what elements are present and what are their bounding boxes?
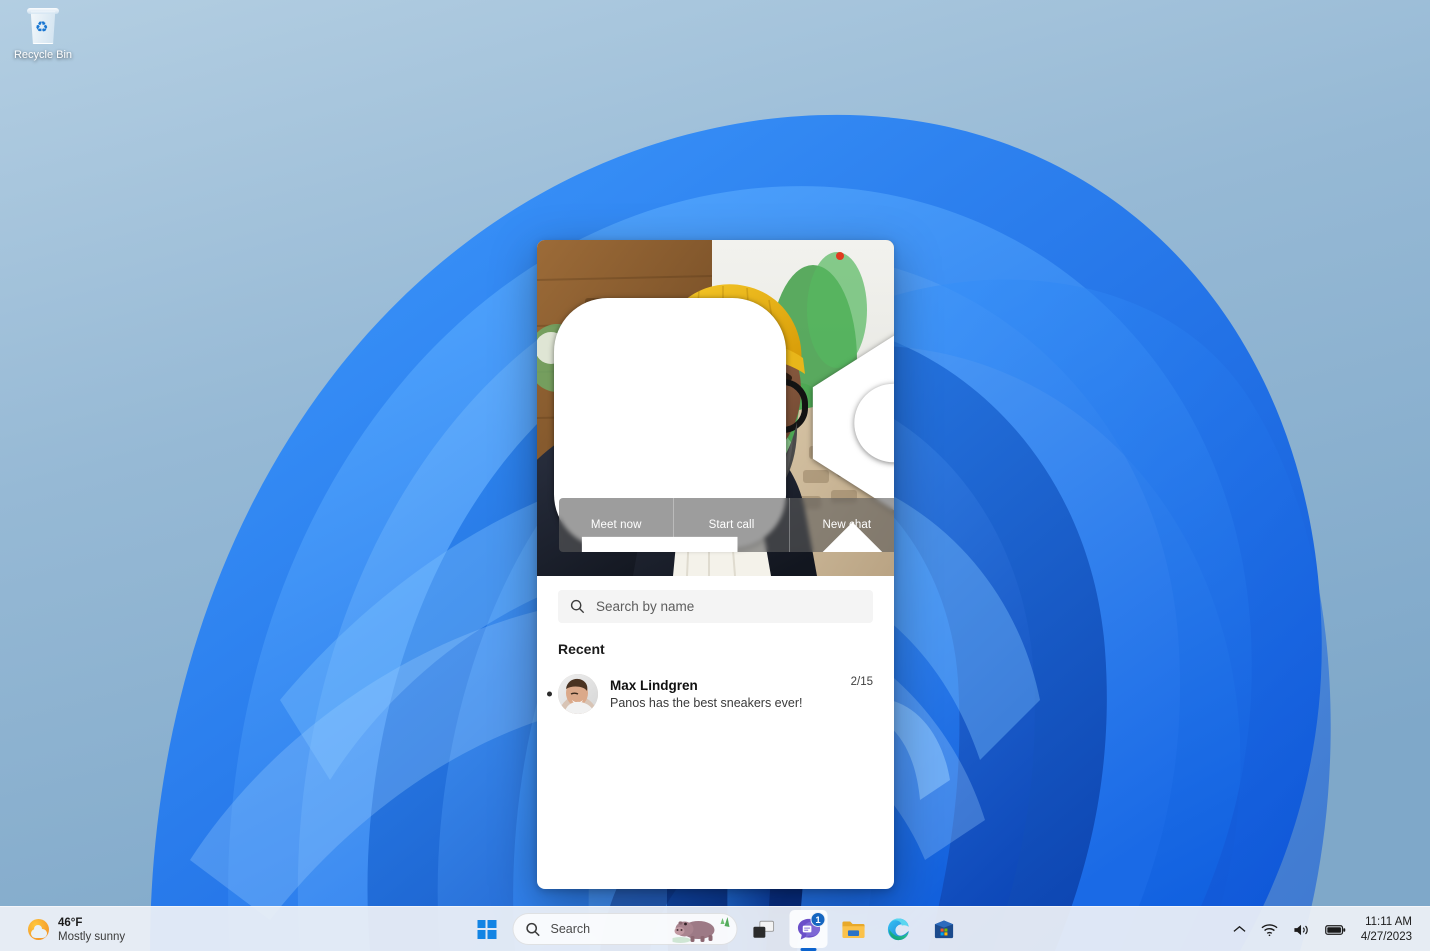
search-icon [570,599,585,614]
video-preview[interactable]: Meet now Start call New chat [537,240,894,576]
unread-indicator [547,691,552,697]
taskbar: 46°F Mostly sunny Search 1 11:11 AM 4/27… [0,906,1430,951]
search-placeholder: Search by name [596,599,695,614]
battery-icon [1324,924,1346,935]
wifi-button[interactable] [1255,914,1284,946]
search-icon [526,922,540,936]
weather-widget[interactable]: 46°F Mostly sunny [20,907,133,951]
avatar [558,674,598,714]
recent-chat-list: Max Lindgren Panos has the best sneakers… [537,657,894,721]
taskbar-app-microsoft-edge[interactable] [880,910,918,948]
chevron-up-icon [1233,925,1246,932]
folder-icon [842,921,865,938]
taskbar-app-microsoft-store[interactable] [925,910,963,948]
store-icon [934,919,953,938]
speaker-icon [1294,924,1308,935]
list-item[interactable]: Max Lindgren Panos has the best sneakers… [537,667,894,721]
taskbar-app-file-explorer[interactable] [835,910,873,948]
battery-button[interactable] [1319,914,1352,946]
search-section: Search by name [537,576,894,623]
clock-time: 11:11 AM [1365,915,1412,928]
taskbar-app-teams-chat[interactable]: 1 [789,910,828,948]
recent-header: Recent [558,641,605,657]
taskbar-center: Search 1 [468,907,963,951]
hippo-icon [672,917,730,943]
desktop-icon-label: Recycle Bin [13,49,73,61]
chat-preview: Panos has the best sneakers ever! [610,695,803,710]
desktop-icon-recycle-bin[interactable]: ♻ Recycle Bin [8,6,78,62]
clock[interactable]: 11:11 AM 4/27/2023 [1355,915,1420,945]
wifi-icon [1261,923,1278,936]
taskbar-app-task-view[interactable] [745,910,783,948]
tray-overflow-button[interactable] [1227,914,1252,946]
edge-icon [887,918,909,941]
weather-temperature: 46°F [58,916,83,929]
chat-name: Max Lindgren [610,677,698,693]
taskbar-search-placeholder: Search [550,922,591,936]
start-button[interactable] [468,910,506,948]
taskbar-search-box[interactable]: Search [512,913,738,945]
sun-cloud-icon [28,919,49,940]
new-chat-button[interactable]: New chat [581,498,894,552]
teams-badge-count: 1 [810,912,826,927]
desktop: ♻ Recycle Bin Meet now Start call New ch… [0,0,1430,951]
quick-actions-bar: Meet now Start call New chat [559,498,894,552]
clock-date: 4/27/2023 [1360,930,1412,943]
recycle-bin-icon: ♻ [25,6,61,46]
system-tray: 11:11 AM 4/27/2023 [1227,907,1420,951]
task-view-icon [753,920,775,938]
compose-pencil-icon [581,522,883,552]
chat-timestamp: 2/15 [850,676,873,688]
windows-logo-icon [477,919,496,939]
volume-button[interactable] [1287,914,1316,946]
search-input[interactable]: Search by name [558,590,873,623]
weather-condition: Mostly sunny [58,930,126,943]
teams-chat-flyout: Meet now Start call New chat Search by n… [537,240,894,889]
